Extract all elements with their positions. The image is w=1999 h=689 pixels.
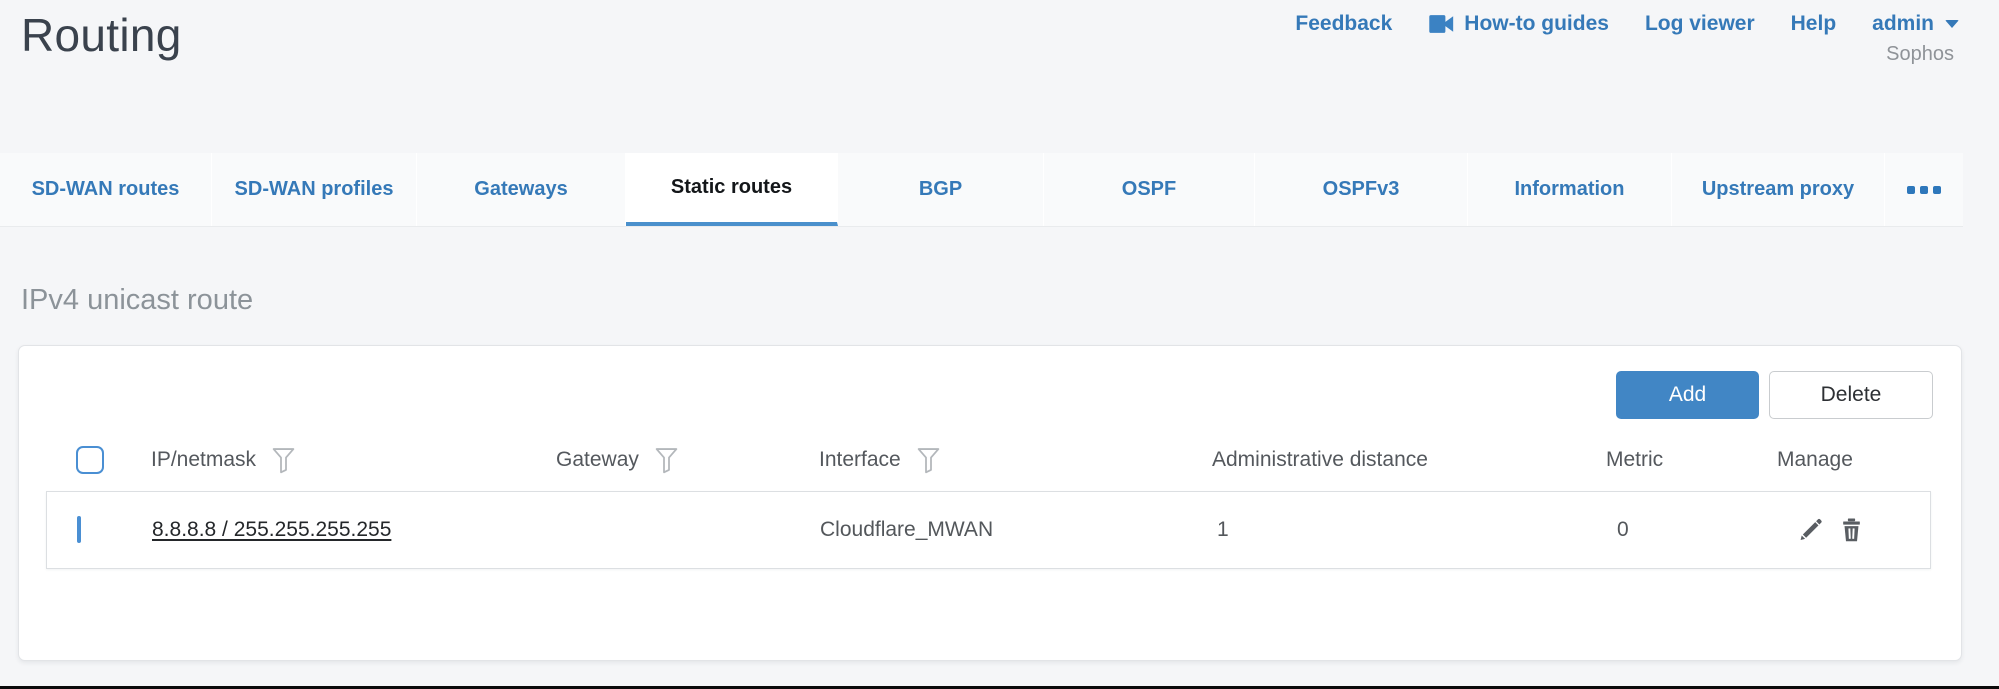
tab-label: OSPF: [1122, 178, 1176, 201]
route-interface-value: Cloudflare_MWAN: [820, 518, 993, 542]
tab-label: Static routes: [671, 176, 792, 199]
tab-information[interactable]: Information: [1468, 153, 1672, 226]
table-header-row: IP/netmask Gateway Interface: [19, 439, 1961, 481]
delete-icon[interactable]: [1838, 517, 1865, 544]
tab-sd-wan-profiles[interactable]: SD-WAN profiles: [212, 153, 417, 226]
tab-label: Gateways: [474, 178, 567, 201]
section-title: IPv4 unicast route: [21, 284, 253, 317]
how-to-guides-link[interactable]: How-to guides: [1428, 12, 1609, 36]
video-camera-icon: [1428, 14, 1455, 34]
column-header-gateway: Gateway: [556, 448, 639, 472]
brand-label: Sophos: [1886, 43, 1954, 66]
filter-icon[interactable]: [654, 446, 679, 474]
log-viewer-label: Log viewer: [1645, 12, 1755, 36]
tab-label: BGP: [919, 178, 962, 201]
manage-actions: [1797, 517, 1865, 544]
help-label: Help: [1791, 12, 1837, 36]
tab-gateways[interactable]: Gateways: [417, 153, 626, 226]
static-routes-card: Add Delete IP/netmask Gateway Interface: [18, 345, 1962, 661]
help-link[interactable]: Help: [1791, 12, 1837, 36]
tab-ospfv3[interactable]: OSPFv3: [1255, 153, 1468, 226]
admin-menu[interactable]: admin: [1872, 12, 1959, 36]
tab-ospf[interactable]: OSPF: [1044, 153, 1255, 226]
tab-label: Information: [1515, 178, 1625, 201]
tab-overflow-button[interactable]: [1885, 153, 1963, 226]
page-title: Routing: [21, 8, 182, 62]
tab-upstream-proxy[interactable]: Upstream proxy: [1672, 153, 1885, 226]
ellipsis-icon: [1907, 186, 1941, 194]
filter-icon[interactable]: [916, 446, 941, 474]
tab-static-routes[interactable]: Static routes: [626, 153, 838, 226]
delete-button[interactable]: Delete: [1769, 371, 1933, 419]
edit-icon[interactable]: [1797, 517, 1824, 544]
select-all-checkbox[interactable]: [76, 446, 104, 474]
filter-icon[interactable]: [271, 446, 296, 474]
route-admin-distance-value: 1: [1217, 518, 1229, 542]
tab-bgp[interactable]: BGP: [838, 153, 1044, 226]
feedback-label: Feedback: [1295, 12, 1392, 36]
column-header-administrative-distance: Administrative distance: [1212, 448, 1428, 472]
admin-label: admin: [1872, 12, 1934, 36]
column-header-manage: Manage: [1777, 448, 1853, 472]
tab-label: OSPFv3: [1323, 178, 1400, 201]
header-utility-nav: Feedback How-to guides Log viewer Help a…: [1295, 12, 1959, 66]
table-row: 8.8.8.8 / 255.255.255.255 Cloudflare_MWA…: [46, 491, 1931, 569]
caret-down-icon: [1945, 20, 1959, 28]
add-button[interactable]: Add: [1616, 371, 1759, 419]
column-header-metric: Metric: [1606, 448, 1663, 472]
log-viewer-link[interactable]: Log viewer: [1645, 12, 1755, 36]
column-header-interface: Interface: [819, 448, 901, 472]
row-checkbox[interactable]: [77, 516, 81, 543]
tab-sd-wan-routes[interactable]: SD-WAN routes: [0, 153, 212, 226]
tab-label: SD-WAN profiles: [235, 178, 394, 201]
feedback-link[interactable]: Feedback: [1295, 12, 1392, 36]
route-ip-netmask-link[interactable]: 8.8.8.8 / 255.255.255.255: [152, 518, 391, 542]
tab-label: Upstream proxy: [1702, 178, 1854, 201]
column-header-ip-netmask: IP/netmask: [151, 448, 256, 472]
how-to-guides-label: How-to guides: [1464, 12, 1609, 36]
tab-label: SD-WAN routes: [32, 178, 180, 201]
routing-tabbar: SD-WAN routes SD-WAN profiles Gateways S…: [0, 153, 1963, 227]
route-metric-value: 0: [1617, 518, 1629, 542]
